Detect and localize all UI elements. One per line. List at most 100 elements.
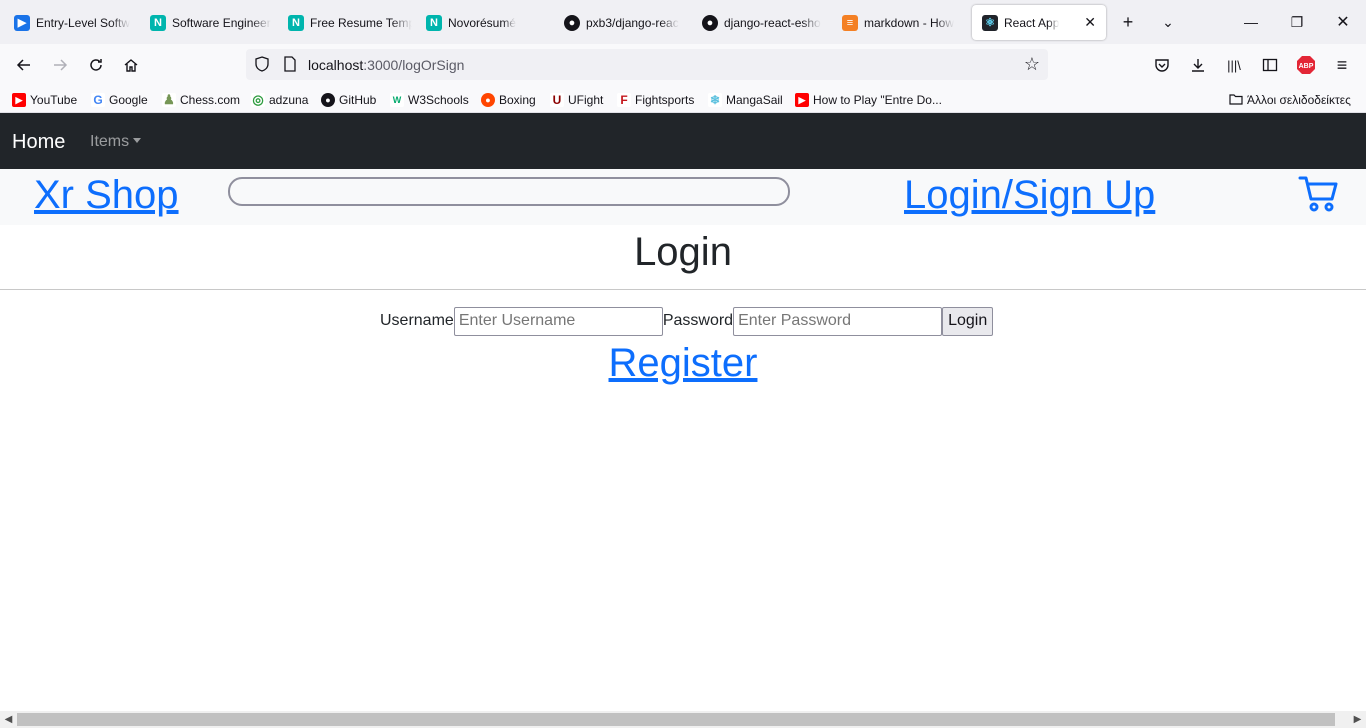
bookmark-label: Boxing	[499, 93, 536, 107]
pocket-icon[interactable]	[1150, 53, 1174, 77]
browser-tab[interactable]: ● pxb3/django-reac	[554, 5, 688, 40]
page-title: Login	[634, 230, 732, 274]
react-icon: ⚛	[982, 14, 998, 31]
search-input[interactable]	[228, 177, 790, 206]
browser-tab[interactable]: N Software Engineer	[140, 5, 274, 40]
new-tab-icon[interactable]: +	[1116, 10, 1140, 34]
downloads-icon[interactable]	[1186, 53, 1210, 77]
bookmark-label: GitHub	[339, 93, 377, 107]
url-host: localhost	[308, 57, 364, 73]
password-field[interactable]	[733, 306, 943, 336]
list-tabs-icon[interactable]: ⌄	[1156, 10, 1180, 34]
site-navbar: Home Items	[0, 113, 1366, 169]
bookmark-item[interactable]: ♟ Chess.com	[162, 91, 240, 109]
fightsports-icon: F	[617, 93, 631, 107]
login-signup-link[interactable]: Login/Sign Up	[904, 173, 1155, 218]
url-bar[interactable]: localhost:3000/logOrSign ☆	[246, 49, 1048, 80]
bookmark-label: Fightsports	[635, 93, 695, 107]
browser-tab[interactable]: N Free Resume Temp	[278, 5, 412, 40]
site-header: Xr Shop Login/Sign Up	[0, 169, 1366, 225]
tab-label: Entry-Level Softw	[36, 15, 131, 30]
browser-tab[interactable]: ● django-react-esho	[692, 5, 826, 40]
url-text[interactable]: localhost:3000/logOrSign	[308, 57, 464, 73]
bookmark-item[interactable]: G Google	[91, 91, 148, 109]
github-icon: ●	[321, 93, 335, 107]
stackoverflow-icon: ≡	[842, 14, 858, 31]
page-content: Home Items Xr Shop Login/Sign Up Login U…	[0, 113, 1366, 711]
cart-icon[interactable]	[1298, 173, 1340, 213]
svg-text:ABP: ABP	[1299, 63, 1314, 70]
bookmark-label: YouTube	[30, 93, 78, 107]
password-label: Password	[662, 312, 734, 329]
tab-label: Software Engineer	[172, 15, 271, 30]
nav-home-link[interactable]: Home	[12, 131, 65, 154]
bookmark-item[interactable]: F Fightsports	[617, 91, 694, 109]
login-button[interactable]: Login	[942, 306, 994, 336]
bookmark-label: Chess.com	[180, 93, 241, 107]
browser-tab[interactable]: ▶ Entry-Level Softw	[4, 5, 138, 40]
browser-tab[interactable]: ≡ markdown - How	[832, 5, 966, 40]
menu-icon[interactable]: ≡	[1330, 53, 1354, 77]
bookmark-item[interactable]: U UFight	[550, 91, 603, 109]
restore-icon[interactable]: ❐	[1274, 0, 1320, 44]
bookmark-item[interactable]: ▶ How to Play "Entre Do...	[795, 91, 942, 109]
bookmark-label: MangaSail	[726, 93, 783, 107]
username-field[interactable]	[453, 306, 663, 336]
bookmark-label: W3Schools	[408, 93, 469, 107]
bookmark-item[interactable]: ◎ adzuna	[251, 91, 308, 109]
other-bookmarks[interactable]: Άλλοι σελιδοδείκτες	[1229, 91, 1351, 109]
sidebar-icon[interactable]	[1258, 53, 1282, 77]
browser-tab[interactable]: N Novorésumé	[416, 5, 550, 40]
nav-items-label: Items	[90, 133, 130, 150]
novoresume-icon: N	[426, 14, 442, 31]
close-tab-icon[interactable]: ✕	[1084, 14, 1096, 31]
ufight-icon: U	[550, 93, 564, 107]
login-form: Username Password Login	[380, 306, 994, 336]
home-icon[interactable]	[119, 53, 143, 77]
novoresume-icon: N	[150, 14, 166, 31]
bookmark-item[interactable]: ● Boxing	[481, 91, 536, 109]
bookmark-item[interactable]: W W3Schools	[390, 91, 469, 109]
w3schools-icon: W	[390, 93, 404, 107]
reddit-icon: ●	[481, 93, 495, 107]
library-icon[interactable]: |||\	[1222, 53, 1246, 77]
tab-label: markdown - How	[864, 15, 955, 30]
adblock-icon[interactable]: ABP	[1294, 53, 1318, 77]
page-icon[interactable]	[282, 56, 298, 77]
browser-tab-active[interactable]: ⚛ React App ✕	[972, 5, 1106, 40]
close-window-icon[interactable]: ✕	[1320, 0, 1366, 44]
reload-icon[interactable]	[84, 53, 108, 77]
bookmark-item[interactable]: ● GitHub	[321, 91, 376, 109]
google-icon: G	[91, 93, 105, 107]
bookmarks-toolbar: ▶ YouTube G Google ♟ Chess.com ◎ adzuna ● Git…	[0, 86, 1366, 113]
bookmark-label: UFight	[568, 93, 604, 107]
shop-title-link[interactable]: Xr Shop	[34, 173, 179, 218]
horizontal-scrollbar[interactable]: ◀ ▶	[0, 711, 1366, 728]
github-icon: ●	[564, 14, 580, 31]
bookmark-label: adzuna	[269, 93, 309, 107]
nav-items-dropdown[interactable]: Items	[90, 133, 142, 151]
scroll-right-icon[interactable]: ▶	[1349, 711, 1366, 728]
shield-icon[interactable]	[254, 56, 270, 77]
folder-icon	[1229, 93, 1243, 108]
adzuna-icon: ◎	[251, 92, 265, 107]
username-label: Username	[380, 312, 454, 329]
chess-icon: ♟	[162, 92, 176, 107]
bookmark-item[interactable]: ❄ MangaSail	[708, 91, 783, 109]
bookmark-star-icon[interactable]: ☆	[1024, 54, 1040, 75]
youtube-icon: ▶	[12, 93, 26, 107]
scrollbar-thumb[interactable]	[17, 713, 1335, 726]
arrow-logo-icon: ▶	[14, 14, 30, 31]
register-link[interactable]: Register	[609, 341, 758, 385]
bookmark-item[interactable]: ▶ YouTube	[12, 91, 77, 109]
novoresume-icon: N	[288, 14, 304, 31]
minimize-icon[interactable]: —	[1228, 0, 1274, 44]
back-icon[interactable]	[12, 53, 36, 77]
tab-label: Novorésumé	[448, 15, 517, 30]
tab-label: Free Resume Temp	[310, 15, 412, 30]
other-bookmarks-label: Άλλοι σελιδοδείκτες	[1247, 93, 1351, 107]
scroll-left-icon[interactable]: ◀	[0, 711, 17, 728]
forward-icon[interactable]	[48, 53, 72, 77]
divider	[0, 289, 1366, 290]
mangasail-icon: ❄	[708, 93, 722, 107]
